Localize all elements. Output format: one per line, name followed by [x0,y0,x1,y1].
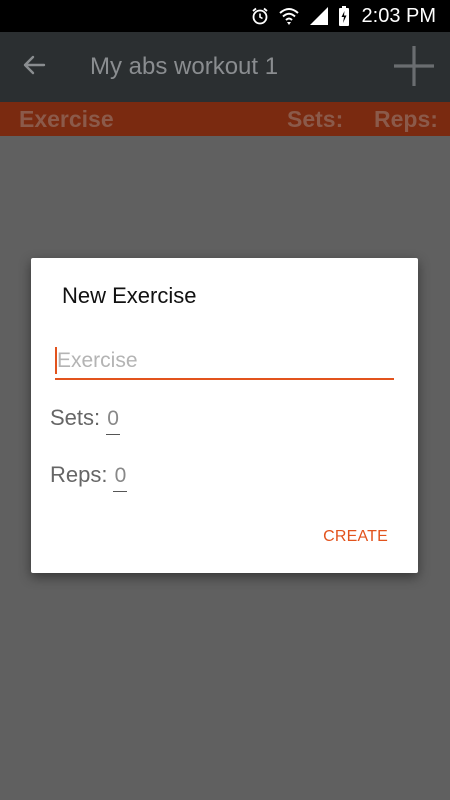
back-button[interactable] [16,50,52,84]
status-icons: 2:03 PM [250,0,436,32]
status-time: 2:03 PM [361,5,436,27]
exercise-input-underline [55,378,394,380]
dialog-title: New Exercise [62,283,197,308]
exercise-input[interactable] [55,344,396,378]
back-arrow-icon [22,54,46,81]
reps-label: Reps: [50,462,108,487]
alarm-icon [250,6,270,26]
header-sets: Sets: [287,106,344,132]
sets-row: Sets: 0 [50,405,121,435]
battery-icon [338,5,350,27]
header-exercise: Exercise [19,106,114,132]
new-exercise-dialog: New Exercise Sets: 0 Reps: 0 CREATE [31,258,418,573]
signal-icon [308,6,330,26]
header-reps: Reps: [374,106,438,132]
exercise-field [55,344,396,382]
sets-label: Sets: [50,405,101,430]
wifi-icon [278,6,300,26]
reps-input[interactable]: 0 [113,464,128,492]
plus-icon [393,45,435,92]
add-exercise-button[interactable] [392,45,436,92]
column-header: Exercise Sets: Reps: [0,102,450,136]
status-bar: 2:03 PM [0,0,450,32]
sets-input[interactable]: 0 [106,407,121,435]
create-button[interactable]: CREATE [323,528,388,546]
text-cursor [55,347,57,374]
page-title: My abs workout 1 [90,53,279,80]
reps-row: Reps: 0 [50,462,128,492]
app-bar: My abs workout 1 [0,32,450,102]
